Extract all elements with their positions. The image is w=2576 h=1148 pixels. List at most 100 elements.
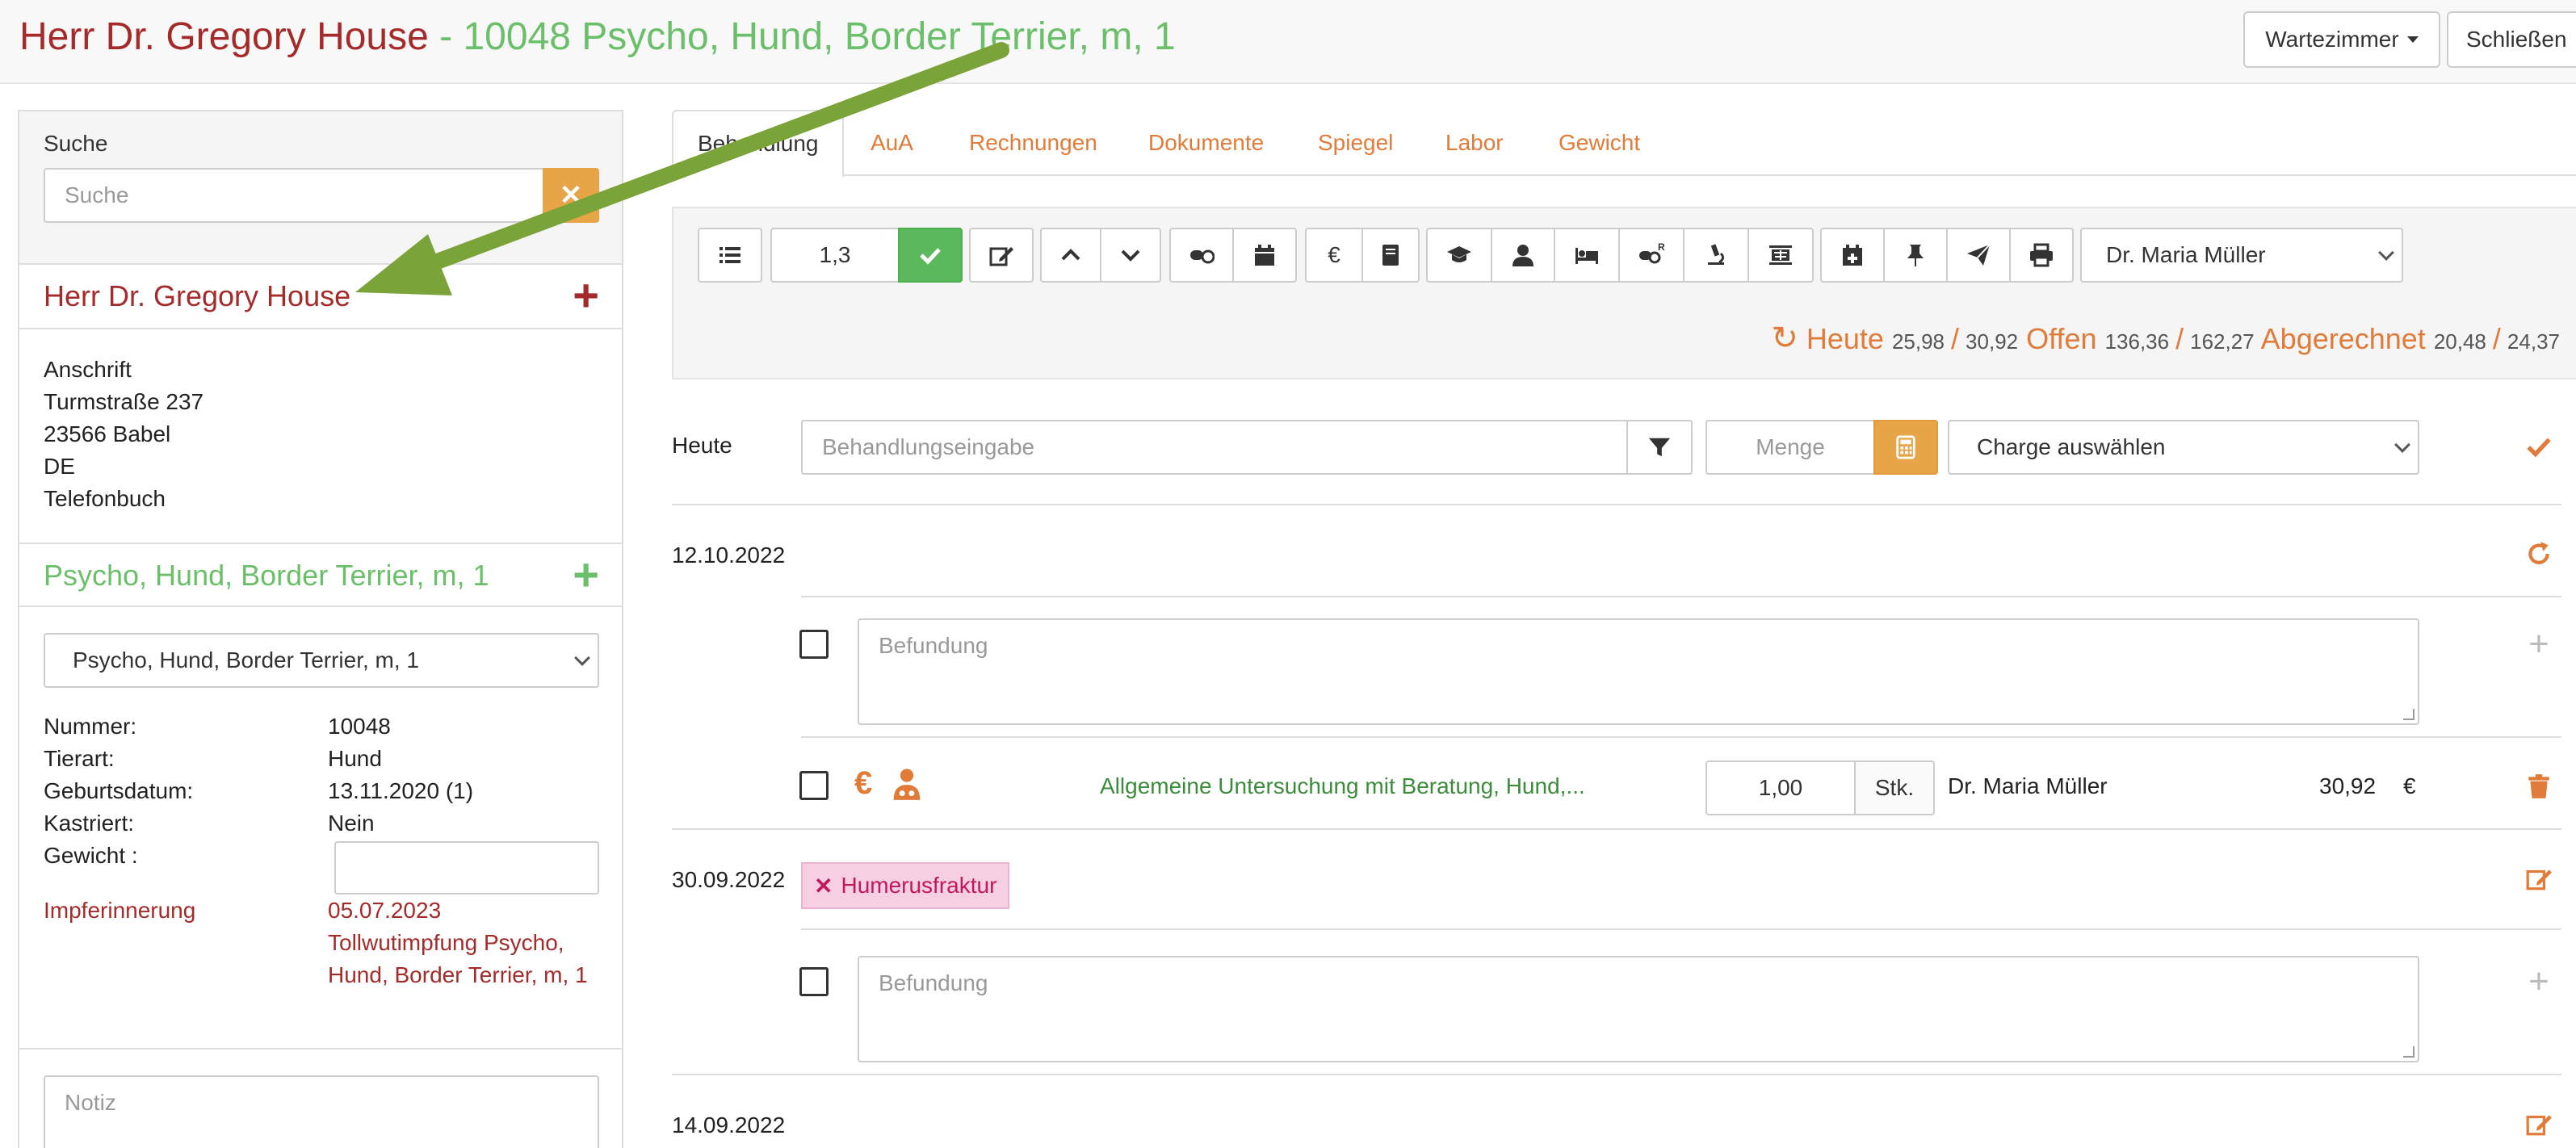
refresh-icon[interactable]: ↻	[1771, 321, 1798, 356]
tab-treatment[interactable]: Behandlung	[672, 110, 845, 178]
add-findings-button[interactable]: +	[2523, 964, 2555, 999]
delete-line-item-button[interactable]	[2523, 770, 2555, 802]
veterinarian-icon	[892, 767, 924, 802]
graduation-cap-icon	[1447, 246, 1471, 262]
confirm-factor-button[interactable]	[898, 228, 963, 283]
person-button[interactable]	[1491, 228, 1555, 283]
note-textarea[interactable]: Notiz	[44, 1075, 599, 1148]
tab-aua[interactable]: AuA	[871, 110, 913, 176]
calculator-button[interactable]	[1873, 420, 1938, 475]
line-item-doctor: Dr. Maria Müller	[1948, 773, 2108, 798]
owner-header: Herr Dr. Gregory House +	[19, 265, 622, 329]
pin-button[interactable]	[1883, 228, 1948, 283]
patient-select[interactable]: Psycho, Hund, Border Terrier, m, 1	[44, 633, 599, 688]
line-item-description[interactable]: Allgemeine Untersuchung mit Beratung, Hu…	[1100, 773, 1585, 799]
tab-lab[interactable]: Labor	[1445, 110, 1504, 176]
factor-input[interactable]: 1,3	[770, 228, 900, 283]
tab-mirror[interactable]: Spiegel	[1318, 110, 1393, 176]
owner-name[interactable]: Herr Dr. Gregory House	[44, 279, 350, 313]
doctor-select[interactable]: Dr. Maria Müller	[2080, 228, 2403, 283]
calendar-icon	[1255, 245, 1274, 266]
billed-value-a: 20,48	[2433, 329, 2486, 354]
list-button[interactable]	[698, 228, 762, 283]
patient-name[interactable]: Psycho, Hund, Border Terrier, m, 1	[44, 559, 489, 593]
edit-record-button[interactable]	[2523, 862, 2555, 895]
search-input[interactable]: Suche	[44, 168, 546, 223]
vaccination-text-line1: Tollwutimpfung Psycho,	[328, 930, 564, 955]
findings-textarea[interactable]: Befundung	[858, 618, 2419, 725]
close-button[interactable]: Schließen	[2447, 11, 2576, 68]
close-label: Schließen	[2466, 27, 2567, 52]
top-bar: Herr Dr. Gregory House - 10048 Psycho, H…	[0, 0, 2576, 84]
calendar-plus-icon	[1843, 245, 1862, 266]
treatment-toolbar: 1,3 € R Dr. Maria Müller ↻ Heute 25,98 /…	[672, 207, 2576, 379]
resize-handle[interactable]	[2403, 709, 2414, 720]
book-button[interactable]	[1361, 228, 1420, 283]
appointment-button[interactable]	[1820, 228, 1885, 283]
list-icon	[720, 247, 740, 263]
findings-textarea[interactable]: Befundung	[858, 956, 2419, 1062]
invoice-button[interactable]: €	[1305, 228, 1363, 283]
waiting-room-dropdown[interactable]: Wartezimmer	[2243, 11, 2440, 68]
medication-button[interactable]	[1169, 228, 1234, 283]
open-value-a: 136,36	[2104, 329, 2170, 354]
resize-handle[interactable]	[2403, 1046, 2414, 1058]
calculator-icon	[1896, 435, 1915, 459]
findings-checkbox[interactable]	[799, 967, 829, 996]
add-patient-plus-icon[interactable]: +	[573, 549, 599, 601]
divider	[672, 504, 2561, 505]
lab-button[interactable]	[1683, 228, 1749, 283]
phonebook-link[interactable]: Telefonbuch	[44, 483, 203, 515]
billing-summary: ↻ Heute 25,98/30,92 Offen 136,36/162,27 …	[1771, 320, 2560, 357]
patient-header: Psycho, Hund, Border Terrier, m, 1 +	[19, 543, 622, 607]
address-street: Turmstraße 237	[44, 389, 204, 414]
pin-icon	[1907, 245, 1924, 266]
move-down-button[interactable]	[1100, 228, 1161, 283]
treatment-input[interactable]: Behandlungseingabe	[801, 420, 1628, 475]
filter-button[interactable]	[1626, 420, 1693, 475]
charge-select-value: Charge auswählen	[1977, 434, 2166, 459]
diagnosis-tag[interactable]: ✕ Humerusfraktur	[801, 862, 1010, 909]
weight-input[interactable]	[334, 841, 599, 895]
print-button[interactable]	[2009, 228, 2074, 283]
divider	[672, 1074, 2561, 1075]
edit-icon	[2526, 1115, 2552, 1136]
divider	[801, 736, 2561, 738]
separator: /	[2175, 322, 2184, 355]
findings-checkbox[interactable]	[799, 630, 829, 659]
save-entry-button[interactable]	[2523, 431, 2555, 463]
findings-placeholder: Befundung	[879, 970, 988, 995]
tab-invoices[interactable]: Rechnungen	[969, 110, 1097, 176]
owner-address: Anschrift Turmstraße 237 23566 Babel DE …	[44, 354, 203, 515]
xray-button[interactable]	[1747, 228, 1814, 283]
send-icon	[1967, 244, 1991, 266]
add-findings-button[interactable]: +	[2523, 626, 2555, 662]
quantity-input[interactable]: Menge	[1705, 420, 1875, 475]
send-button[interactable]	[1946, 228, 2011, 283]
move-up-button[interactable]	[1040, 228, 1101, 283]
calendar-button[interactable]	[1232, 228, 1297, 283]
edit-record-button[interactable]	[2523, 1108, 2555, 1140]
today-value-b: 30,92	[1966, 329, 2019, 354]
tab-documents[interactable]: Dokumente	[1148, 110, 1264, 176]
prescription-button[interactable]: R	[1618, 228, 1684, 283]
clear-search-button[interactable]: ✕	[543, 168, 599, 223]
line-item-quantity[interactable]: 1,00	[1705, 760, 1856, 815]
edit-button[interactable]	[969, 228, 1034, 283]
charge-select[interactable]: Charge auswählen	[1948, 420, 2419, 475]
inpatient-button[interactable]	[1554, 228, 1620, 283]
line-item-checkbox[interactable]	[799, 771, 829, 800]
patient-select-value: Psycho, Hund, Border Terrier, m, 1	[73, 647, 419, 672]
svg-text:R: R	[1658, 242, 1664, 253]
search-section: Suche Suche ✕	[19, 111, 622, 265]
chevron-down-icon	[2378, 245, 2394, 261]
field-label-species: Tierart:	[44, 746, 115, 771]
line-item-unit: Stk.	[1854, 760, 1935, 815]
refresh-record-button[interactable]	[2523, 538, 2555, 570]
owner-title: Herr Dr. Gregory House	[19, 15, 429, 58]
remove-tag-icon[interactable]: ✕	[814, 873, 833, 899]
training-button[interactable]	[1426, 228, 1492, 283]
tab-weight[interactable]: Gewicht	[1559, 110, 1640, 176]
add-owner-plus-icon[interactable]: +	[573, 270, 599, 321]
sidebar-panel: Suche Suche ✕ Herr Dr. Gregory House + A…	[18, 110, 623, 1148]
